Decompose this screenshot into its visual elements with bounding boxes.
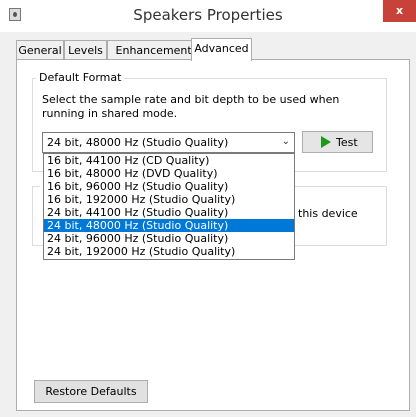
default-format-label: Default Format bbox=[36, 71, 125, 84]
dropdown-option[interactable]: 16 bit, 48000 Hz (DVD Quality) bbox=[44, 167, 294, 180]
test-button[interactable]: Test bbox=[302, 131, 373, 153]
dropdown-option[interactable]: 24 bit, 192000 Hz (Studio Quality) bbox=[44, 245, 294, 258]
dropdown-option-selected[interactable]: 24 bit, 48000 Hz (Studio Quality) bbox=[44, 219, 294, 232]
default-format-description: Select the sample rate and bit depth to … bbox=[42, 93, 340, 120]
dropdown-option[interactable]: 24 bit, 96000 Hz (Studio Quality) bbox=[44, 232, 294, 245]
close-icon: x bbox=[395, 4, 404, 17]
close-button[interactable]: x bbox=[383, 0, 416, 22]
sample-rate-select[interactable]: 24 bit, 48000 Hz (Studio Quality) ⌄ bbox=[42, 132, 295, 153]
sample-rate-dropdown-list[interactable]: 16 bit, 44100 Hz (CD Quality) 16 bit, 48… bbox=[43, 153, 295, 260]
dropdown-option[interactable]: 16 bit, 44100 Hz (CD Quality) bbox=[44, 154, 294, 167]
window-title: Speakers Properties bbox=[133, 6, 283, 24]
sample-rate-selected-value: 24 bit, 48000 Hz (Studio Quality) bbox=[47, 136, 229, 149]
exclusive-mode-text: this device bbox=[298, 207, 358, 220]
tab-general[interactable]: General bbox=[16, 40, 64, 59]
dropdown-option[interactable]: 16 bit, 192000 Hz (Studio Quality) bbox=[44, 193, 294, 206]
tab-advanced[interactable]: Advanced bbox=[191, 38, 252, 61]
restore-defaults-button[interactable]: Restore Defaults bbox=[34, 380, 148, 403]
title-bar: Speakers Properties x bbox=[0, 0, 416, 32]
dropdown-option[interactable]: 16 bit, 96000 Hz (Studio Quality) bbox=[44, 180, 294, 193]
tab-levels[interactable]: Levels bbox=[64, 40, 107, 59]
chevron-down-icon: ⌄ bbox=[281, 136, 290, 147]
dropdown-option[interactable]: 24 bit, 44100 Hz (Studio Quality) bbox=[44, 206, 294, 219]
test-button-label: Test bbox=[336, 136, 358, 149]
play-icon bbox=[321, 136, 331, 148]
